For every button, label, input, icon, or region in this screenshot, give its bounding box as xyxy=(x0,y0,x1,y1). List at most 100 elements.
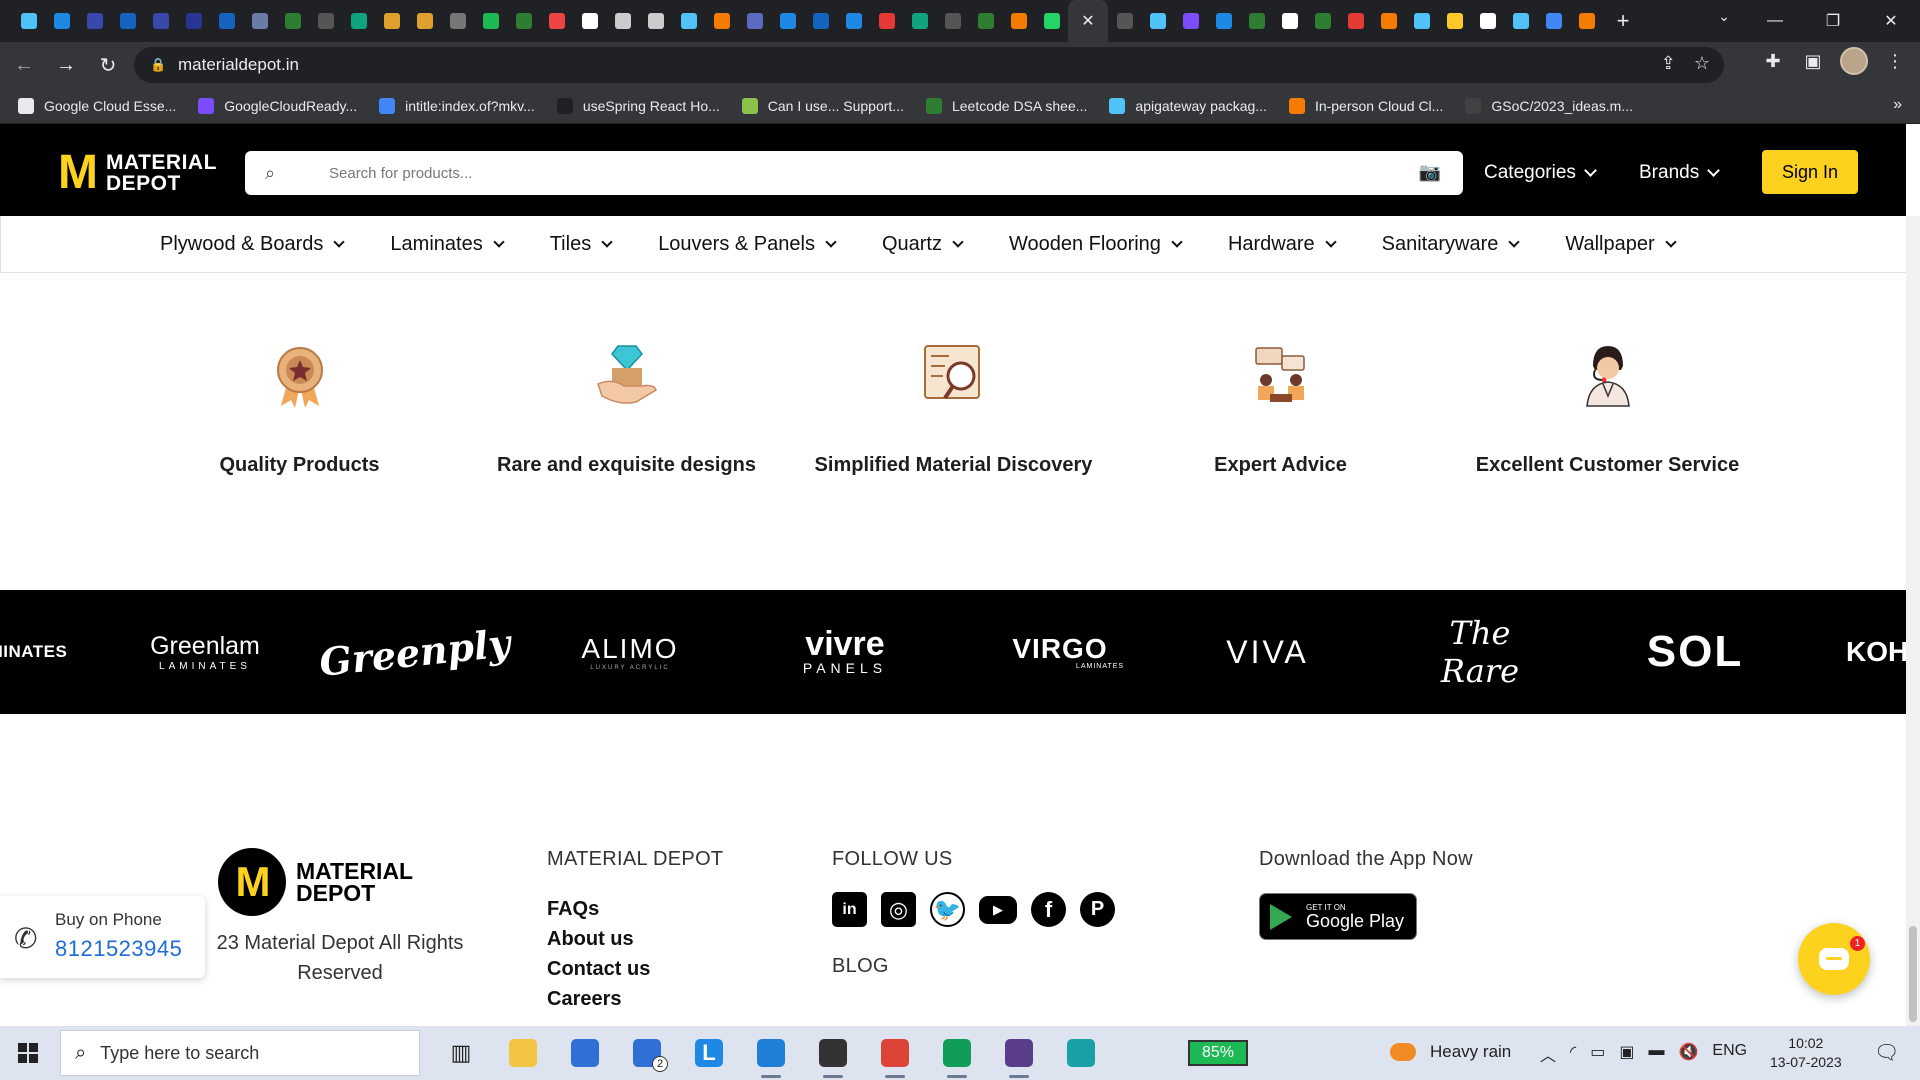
menu-icon[interactable]: ⋮ xyxy=(1882,51,1908,72)
address-bar[interactable]: 🔒 materialdepot.in ⇪ ☆ xyxy=(134,47,1724,83)
side-panel-icon[interactable]: ▣ xyxy=(1800,51,1826,72)
meet-icon[interactable]: ▭ xyxy=(1590,1042,1605,1066)
brands-dropdown[interactable]: Brands xyxy=(1639,162,1721,184)
pinterest-icon[interactable]: P xyxy=(1080,892,1115,927)
browser-tab[interactable] xyxy=(1035,0,1068,42)
youtube-icon[interactable]: ▶ xyxy=(979,896,1017,924)
tab-search-icon[interactable]: ⌄ xyxy=(1718,8,1730,25)
battery-indicator[interactable]: 85% xyxy=(1188,1040,1248,1066)
buy-on-phone-widget[interactable]: ✆ Buy on Phone 8121523945 xyxy=(0,896,205,978)
close-window-icon[interactable]: ✕ xyxy=(1862,0,1920,42)
browser-tab[interactable] xyxy=(1339,0,1372,42)
search-input[interactable] xyxy=(327,163,1327,183)
browser-tab[interactable] xyxy=(507,0,540,42)
footer-link-blog[interactable]: BLOG xyxy=(832,955,889,978)
notification-icon[interactable]: 🗨 xyxy=(1874,1040,1899,1065)
site-logo[interactable]: M MATERIAL DEPOT xyxy=(58,149,217,197)
back-icon[interactable]: ← xyxy=(6,47,42,83)
mail-taskbar-button[interactable]: 2 xyxy=(616,1026,678,1080)
browser-tab[interactable] xyxy=(309,0,342,42)
restore-icon[interactable]: ❐ xyxy=(1804,0,1862,42)
nav-item-wallpaper[interactable]: Wallpaper xyxy=(1565,233,1677,256)
browser-tab[interactable] xyxy=(672,0,705,42)
start-button[interactable] xyxy=(0,1026,56,1080)
active-browser-tab[interactable]: ✕ xyxy=(1068,0,1108,42)
browser-tab[interactable] xyxy=(210,0,243,42)
brand-logo-greenply[interactable]: Greenply xyxy=(317,590,512,714)
browser-tab[interactable] xyxy=(1002,0,1035,42)
footer-logo[interactable]: M MATERIAL DEPOT xyxy=(218,848,413,916)
browser-tab[interactable] xyxy=(375,0,408,42)
minimize-icon[interactable]: — xyxy=(1746,0,1804,42)
footer-link-about-us[interactable]: About us xyxy=(547,928,634,951)
browser-tab[interactable] xyxy=(12,0,45,42)
browser-tab[interactable] xyxy=(1537,0,1570,42)
brand-logo-vivre[interactable]: vivre PANELS xyxy=(780,590,910,714)
browser-tab[interactable] xyxy=(540,0,573,42)
brand-logo-koh[interactable]: KOH xyxy=(1846,590,1906,714)
extensions-icon[interactable]: ✚ xyxy=(1760,51,1786,72)
share-icon[interactable]: ⇪ xyxy=(1661,53,1676,74)
browser-tab[interactable] xyxy=(441,0,474,42)
sign-in-button[interactable]: Sign In xyxy=(1762,150,1858,194)
nav-item-quartz[interactable]: Quartz xyxy=(882,233,964,256)
browser-tab[interactable] xyxy=(1372,0,1405,42)
reload-icon[interactable]: ↻ xyxy=(90,47,126,83)
nav-item-wooden-flooring[interactable]: Wooden Flooring xyxy=(1009,233,1183,256)
browser-tab[interactable] xyxy=(771,0,804,42)
brand-logo-laminates[interactable]: MINATES xyxy=(0,590,67,714)
bookmark-item[interactable]: Can I use... Support... xyxy=(741,97,904,114)
browser-tab[interactable] xyxy=(1207,0,1240,42)
footer-link-contact-us[interactable]: Contact us xyxy=(547,958,650,981)
browser-tab[interactable] xyxy=(1273,0,1306,42)
brand-logo-alimo[interactable]: ALIMO LUXURY ACRYLIC xyxy=(570,590,690,714)
bookmarks-more-icon[interactable]: » xyxy=(1893,96,1902,114)
browser-tab[interactable] xyxy=(1141,0,1174,42)
task-view-taskbar-button[interactable]: ▥ xyxy=(430,1026,492,1080)
browser-tab[interactable] xyxy=(342,0,375,42)
file-explorer-taskbar-button[interactable] xyxy=(492,1026,554,1080)
bookmark-item[interactable]: GSoC/2023_ideas.m... xyxy=(1465,97,1633,114)
microsoft-store-taskbar-button[interactable] xyxy=(554,1026,616,1080)
browser-tab[interactable] xyxy=(705,0,738,42)
bookmark-item[interactable]: GoogleCloudReady... xyxy=(198,97,357,114)
linkedin-icon[interactable]: in xyxy=(832,892,867,927)
browser-tab[interactable] xyxy=(837,0,870,42)
browser-tab[interactable] xyxy=(1174,0,1207,42)
chrome-taskbar-button[interactable] xyxy=(864,1026,926,1080)
forward-icon[interactable]: → xyxy=(48,47,84,83)
edge-taskbar-button[interactable] xyxy=(1050,1026,1112,1080)
brand-logo-virgo[interactable]: VIRGO LAMINATES xyxy=(985,590,1135,714)
instagram-icon[interactable]: ◎ xyxy=(881,892,916,927)
volume-muted-icon[interactable]: 🔇 xyxy=(1678,1042,1698,1066)
browser-tab[interactable] xyxy=(804,0,837,42)
nav-item-tiles[interactable]: Tiles xyxy=(550,233,613,256)
brand-logo-sol[interactable]: SOL xyxy=(1630,590,1760,714)
browser-tab[interactable] xyxy=(738,0,771,42)
lock-icon[interactable]: 🔒 xyxy=(150,57,166,73)
page-scrollbar[interactable] xyxy=(1906,216,1920,1026)
browser-tab[interactable] xyxy=(870,0,903,42)
browser-tab[interactable] xyxy=(1108,0,1141,42)
bookmark-item[interactable]: apigateway packag... xyxy=(1109,97,1267,114)
browser-tab[interactable] xyxy=(1570,0,1603,42)
go-app-taskbar-button[interactable] xyxy=(988,1026,1050,1080)
nav-item-plywood-boards[interactable]: Plywood & Boards xyxy=(160,233,346,256)
bookmark-item[interactable]: Google Cloud Esse... xyxy=(18,97,176,114)
terminal-taskbar-button[interactable] xyxy=(802,1026,864,1080)
battery-icon[interactable]: ▬ xyxy=(1648,1042,1664,1066)
brand-logo-greenlam[interactable]: Greenlam LAMINATES xyxy=(140,590,270,714)
browser-tab[interactable] xyxy=(45,0,78,42)
url-text[interactable]: materialdepot.in xyxy=(178,55,299,75)
search-icon[interactable]: ⌕ xyxy=(265,163,289,184)
brand-logo-viva[interactable]: VIVA xyxy=(1200,590,1335,714)
bookmark-star-icon[interactable]: ☆ xyxy=(1694,53,1710,74)
scrollbar-thumb[interactable] xyxy=(1909,926,1917,1022)
close-tab-icon[interactable]: ✕ xyxy=(1081,11,1094,31)
vscode-taskbar-button[interactable] xyxy=(740,1026,802,1080)
browser-tab[interactable] xyxy=(1438,0,1471,42)
new-tab-button[interactable]: + xyxy=(1603,8,1643,34)
twitter-icon[interactable]: 🐦 xyxy=(930,892,965,927)
browser-tab[interactable] xyxy=(144,0,177,42)
weather-widget[interactable]: Heavy rain xyxy=(1390,1042,1511,1062)
